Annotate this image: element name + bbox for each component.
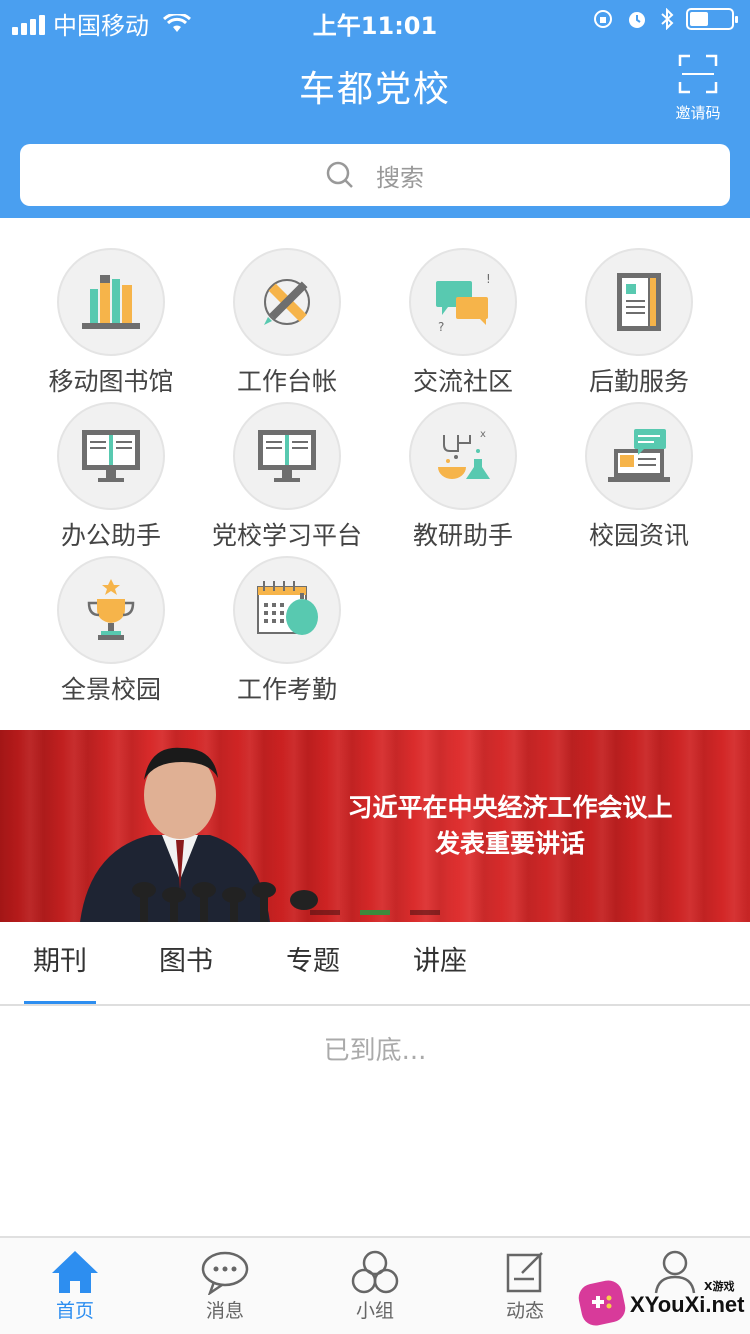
grid-item-work-ledger[interactable]: 工作台帐 [202,248,372,398]
status-right [592,8,738,30]
monitor-book-icon [233,402,341,510]
tabbar-item-feed[interactable]: 动态 [475,1248,575,1323]
laptop-news-icon [585,402,693,510]
site-watermark: X游戏 XYouXi.net [576,1277,748,1330]
pagination-dot[interactable] [310,910,340,915]
grid-item-logistics[interactable]: 后勤服务 [554,248,724,398]
alarm-icon [629,12,645,28]
rotation-lock-icon [594,10,612,28]
grid-item-research-assistant[interactable]: x 教研助手 [378,402,548,552]
banner-line-1: 习近平在中央经济工作会议上 [347,793,673,822]
svg-text:?: ? [438,320,444,334]
tabbar-label: 消息 [205,1300,244,1322]
notebook-icon [585,248,693,356]
grid-label: 工作台帐 [236,367,337,396]
news-banner[interactable]: 习近平在中央经济工作会议上 发表重要讲话 [0,730,750,922]
group-icon [349,1248,401,1296]
grid-label: 交流社区 [412,367,513,396]
search-placeholder: 搜索 [376,163,424,192]
tab-journals[interactable]: 期刊 [24,922,96,1004]
tabbar-label: 动态 [505,1300,544,1322]
library-books-icon [57,248,165,356]
grid-label: 校园资讯 [588,521,689,550]
gamepad-buttons-icon [592,1295,612,1309]
grid-item-study-platform[interactable]: 党校学习平台 [202,402,372,552]
trophy-icon [57,556,165,664]
watermark-text: XYouXi.net [630,1292,745,1317]
edit-icon [499,1248,551,1296]
svg-text:!: ! [486,272,491,286]
grid-item-library[interactable]: 移动图书馆 [26,248,196,398]
message-icon [199,1248,251,1296]
grid-label: 党校学习平台 [211,521,362,550]
grid-label: 后勤服务 [588,367,689,396]
tabbar-label: 首页 [55,1300,94,1322]
invite-code-label: 邀请码 [675,104,721,122]
tabbar-item-messages[interactable]: 消息 [175,1248,275,1323]
page-title: 车都党校 [298,69,451,110]
grid-item-campus-news[interactable]: 校园资讯 [554,402,724,552]
svg-text:x: x [480,429,486,440]
app-header: 中国移动 上午11:01 车都党校 邀请码 搜索 [0,0,750,218]
grid-item-panorama[interactable]: 全景校园 [26,556,196,706]
tab-books[interactable]: 图书 [150,922,222,1004]
monitor-book-icon [57,402,165,510]
battery-icon [686,8,738,30]
calendar-clock-icon [233,556,341,664]
grid-label: 教研助手 [412,521,513,550]
invite-code-button[interactable]: 邀请码 [668,54,728,123]
scan-icon [678,54,718,94]
pagination-dot[interactable] [410,910,440,915]
search-icon [326,161,353,188]
grid-item-attendance[interactable]: 工作考勤 [202,556,372,706]
content-tabs: 期刊 图书 专题 讲座 [0,922,750,1006]
feature-grid: 移动图书馆 工作台帐 ? ! 交流社区 后勤服务 办公助手 党校学习平台 x 教… [0,218,750,730]
pencil-ruler-icon [233,248,341,356]
pagination-dot-active[interactable] [360,910,390,915]
tabbar-item-groups[interactable]: 小组 [325,1248,425,1323]
banner-headline: 习近平在中央经济工作会议上 发表重要讲话 [300,790,720,862]
grid-label: 全景校园 [60,675,161,704]
banner-line-2: 发表重要讲话 [434,829,585,858]
search-bar[interactable]: 搜索 [20,144,730,206]
chat-bubbles-icon: ? ! [409,248,517,356]
grid-label: 移动图书馆 [48,367,174,396]
tabbar-item-home[interactable]: 首页 [25,1248,125,1323]
lab-flasks-icon: x [409,402,517,510]
tab-lectures[interactable]: 讲座 [404,922,476,1004]
grid-item-office-assistant[interactable]: 办公助手 [26,402,196,552]
tab-topics[interactable]: 专题 [277,922,349,1004]
status-bar: 中国移动 上午11:01 [0,0,750,40]
grid-label: 工作考勤 [236,675,337,704]
grid-item-community[interactable]: ? ! 交流社区 [378,248,548,398]
bluetooth-icon [661,8,674,30]
home-icon [49,1248,101,1296]
tabbar-label: 小组 [355,1300,394,1322]
banner-pagination[interactable] [310,910,440,915]
list-end-indicator: 已到底... [323,1036,427,1066]
grid-label: 办公助手 [60,521,161,550]
